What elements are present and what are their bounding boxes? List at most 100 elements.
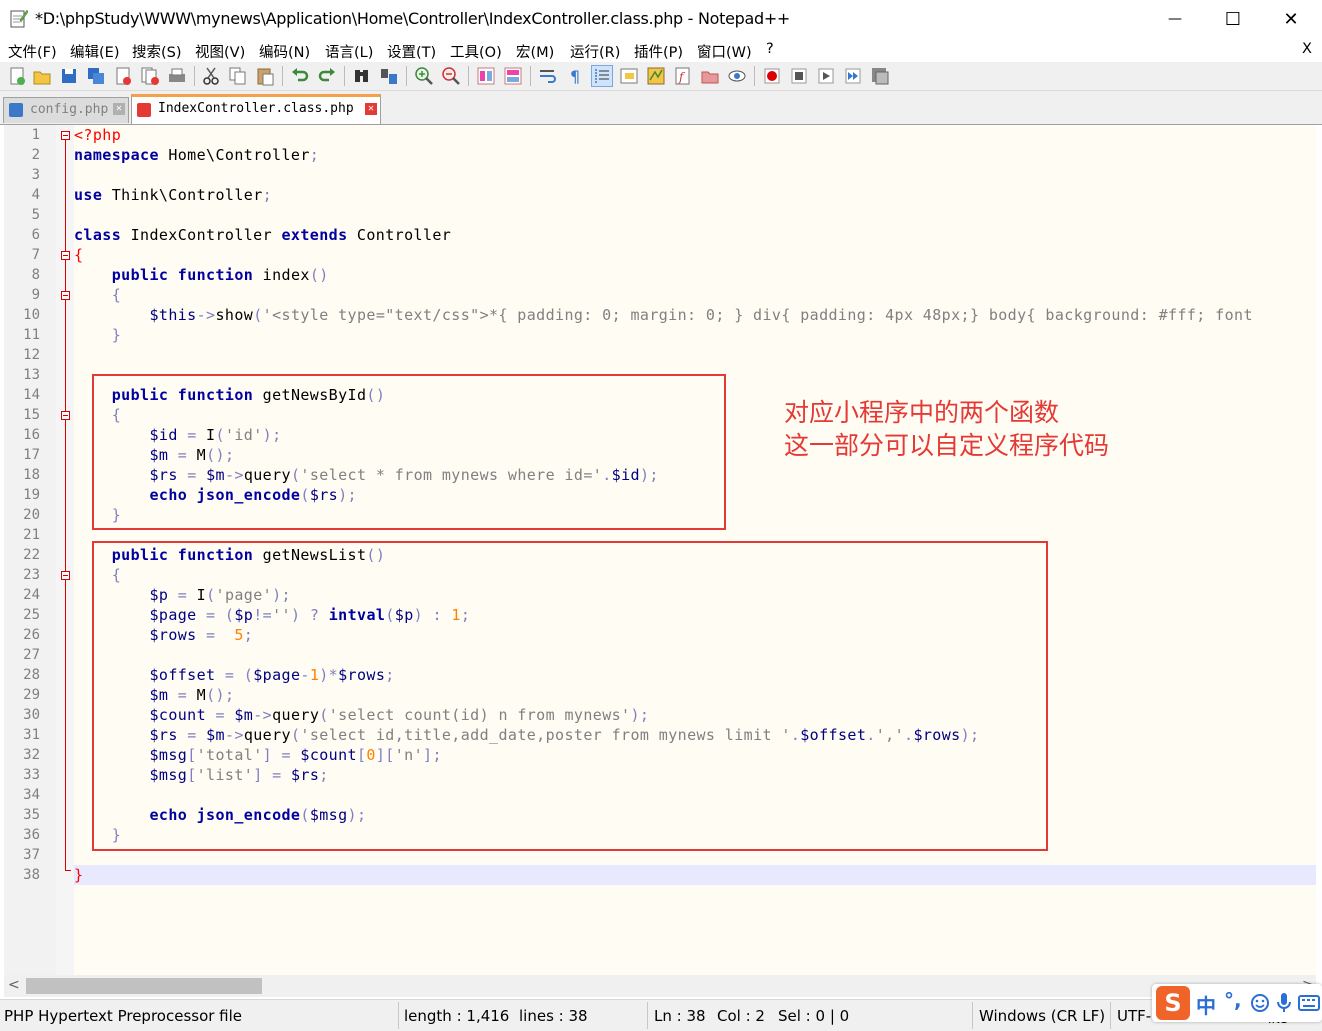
code-line: } (111, 326, 122, 344)
code-editor[interactable]: 1 2 3 4 5 6 7 8 9 10 11 12 13 14 15 16 1… (4, 125, 1316, 975)
emoji-icon[interactable] (1250, 993, 1270, 1013)
code-line: class IndexController extends Controller (74, 226, 452, 244)
menu-help[interactable]: ? (766, 41, 774, 57)
line-number: 18 (23, 467, 40, 483)
redo-icon[interactable] (317, 66, 337, 86)
replace-icon[interactable] (379, 66, 399, 86)
current-line-highlight (74, 865, 1316, 885)
line-number: 11 (23, 327, 40, 343)
horizontal-scrollbar[interactable]: < > (4, 975, 1316, 997)
scrollbar-thumb[interactable] (26, 978, 262, 994)
line-number: 13 (23, 367, 40, 383)
paste-icon[interactable] (255, 66, 275, 86)
fold-toggle-icon[interactable] (61, 131, 70, 140)
print-icon[interactable] (167, 66, 187, 86)
menu-tools[interactable]: 工具(O) (450, 41, 502, 62)
line-number-gutter: 1 2 3 4 5 6 7 8 9 10 11 12 13 14 15 16 1… (4, 125, 56, 975)
save-icon[interactable] (59, 66, 79, 86)
monitor-icon[interactable] (727, 66, 747, 86)
lang-define-icon[interactable] (619, 66, 639, 86)
tab-close-icon[interactable]: ✕ (113, 103, 125, 115)
fold-guide (65, 140, 66, 871)
folder-workspace-icon[interactable] (700, 66, 720, 86)
menu-run[interactable]: 运行(R) (570, 41, 620, 62)
tab-label: IndexController.class.php (158, 101, 354, 116)
cut-icon[interactable] (201, 66, 221, 86)
line-number: 9 (31, 287, 40, 303)
menu-window[interactable]: 窗口(W) (697, 41, 752, 62)
sync-horizontal-icon[interactable] (503, 66, 523, 86)
annotation-box-getnewslist (92, 541, 1048, 851)
menu-plugins[interactable]: 插件(P) (634, 41, 683, 62)
maximize-button[interactable]: ☐ (1204, 0, 1262, 38)
keyboard-icon[interactable] (1298, 994, 1320, 1012)
line-number: 3 (31, 167, 40, 183)
copy-icon[interactable] (228, 66, 248, 86)
sync-vertical-icon[interactable] (476, 66, 496, 86)
zoom-out-icon[interactable] (441, 66, 461, 86)
close-all-icon[interactable] (140, 66, 160, 86)
line-number: 22 (23, 547, 40, 563)
scroll-left-icon[interactable]: < (8, 977, 20, 993)
menu-settings[interactable]: 设置(T) (387, 41, 436, 62)
menu-encoding[interactable]: 编码(N) (259, 41, 310, 62)
stop-macro-icon[interactable] (789, 66, 809, 86)
line-number: 4 (31, 187, 40, 203)
run-macro-multiple-icon[interactable] (843, 66, 863, 86)
find-icon[interactable] (352, 66, 372, 86)
fold-toggle-icon[interactable] (61, 291, 70, 300)
word-wrap-icon[interactable] (538, 66, 558, 86)
ime-language-toggle[interactable]: 中 (1196, 990, 1216, 1019)
function-list-icon[interactable]: f (673, 66, 693, 86)
close-icon[interactable] (113, 66, 133, 86)
menu-search[interactable]: 搜索(S) (132, 41, 182, 62)
doc-map-icon[interactable] (646, 66, 666, 86)
unsaved-file-icon (137, 103, 151, 117)
record-macro-icon[interactable] (762, 66, 782, 86)
tab-indexcontroller[interactable]: IndexController.class.php ✕ (131, 94, 381, 124)
annotation-box-getnewsbyid (92, 374, 726, 530)
tab-close-icon[interactable]: ✕ (365, 103, 377, 115)
line-number: 10 (23, 307, 40, 323)
menu-file[interactable]: 文件(F) (8, 41, 57, 62)
ime-toolbar[interactable]: S 中 °, (1152, 984, 1322, 1022)
fold-toggle-icon[interactable] (61, 251, 70, 260)
save-macro-icon[interactable] (870, 66, 890, 86)
status-column: Col : 2 (717, 1007, 765, 1025)
svg-text:¶: ¶ (570, 67, 580, 86)
microphone-icon[interactable] (1276, 992, 1292, 1014)
minimize-icon: — (1168, 11, 1182, 27)
close-icon: ✕ (1283, 8, 1299, 30)
menu-view[interactable]: 视图(V) (195, 41, 245, 62)
code-line: public function index() (111, 266, 329, 284)
indent-guide-icon[interactable] (591, 65, 613, 87)
ime-punctuation-toggle[interactable]: °, (1224, 988, 1242, 1012)
new-file-icon[interactable] (7, 66, 27, 86)
menu-macro[interactable]: 宏(M) (516, 41, 554, 62)
line-number: 26 (23, 627, 40, 643)
line-number: 32 (23, 747, 40, 763)
close-window-button[interactable]: ✕ (1262, 0, 1320, 38)
fold-toggle-icon[interactable] (61, 411, 70, 420)
show-all-chars-icon[interactable]: ¶ (565, 66, 585, 86)
fold-toggle-icon[interactable] (61, 571, 70, 580)
open-file-icon[interactable] (32, 66, 52, 86)
tab-config-php[interactable]: config.php ✕ (3, 97, 129, 123)
save-all-icon[interactable] (86, 66, 106, 86)
menu-edit[interactable]: 编辑(E) (70, 41, 119, 62)
line-number: 14 (23, 387, 40, 403)
line-number: 1 (31, 127, 40, 143)
status-line-number: Ln : 38 (654, 1007, 706, 1025)
close-document-button[interactable]: X (1302, 41, 1312, 57)
undo-icon[interactable] (290, 66, 310, 86)
line-number: 30 (23, 707, 40, 723)
zoom-in-icon[interactable] (414, 66, 434, 86)
menu-language[interactable]: 语言(L) (325, 41, 373, 62)
line-number: 38 (23, 867, 40, 883)
sogou-logo-icon[interactable]: S (1156, 986, 1190, 1020)
status-length: length : 1,416 (404, 1007, 510, 1025)
line-number: 12 (23, 347, 40, 363)
play-macro-icon[interactable] (816, 66, 836, 86)
line-number: 6 (31, 227, 40, 243)
minimize-button[interactable]: — (1146, 0, 1204, 38)
